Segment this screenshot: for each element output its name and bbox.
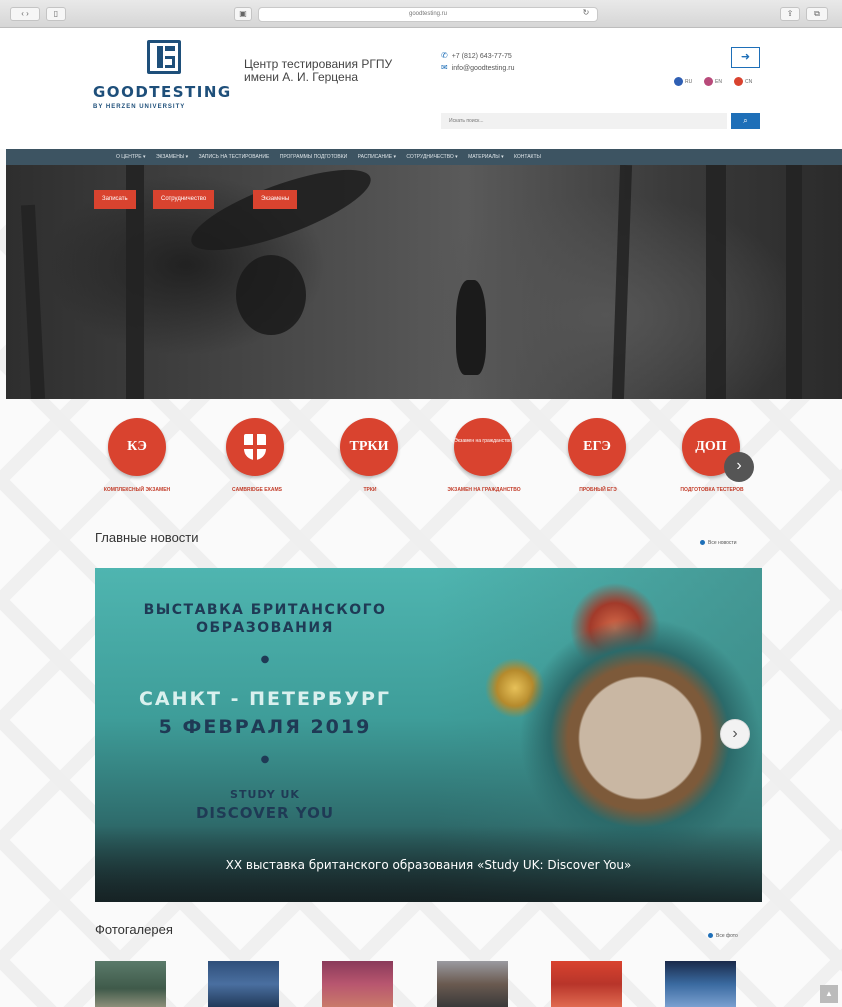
back-forward-buttons[interactable]: ‹ ›	[10, 7, 40, 21]
hero-banner: Записать Сотрудничество Экзамены	[6, 165, 842, 399]
bullet-icon	[700, 540, 705, 546]
main-nav: О ЦЕНТРЕ ▾ ЭКЗАМЕНЫ ▾ ЗАПИСЬ НА ТЕСТИРОВ…	[6, 149, 842, 165]
exam-label-ke[interactable]: КОМПЛЕКСНЫЙ ЭКЗАМЕН	[92, 486, 182, 494]
news-section-title: Главные новости	[95, 530, 199, 545]
hero-tree	[786, 165, 802, 399]
all-news-link[interactable]: Все новости	[700, 540, 737, 546]
carousel-next-button[interactable]: ›	[724, 452, 754, 482]
site-header: GOODTESTING BY HERZEN UNIVERSITY Центр т…	[0, 28, 842, 149]
lang-cn-label: CN	[745, 78, 753, 85]
nav-item-programs[interactable]: ПРОГРАММЫ ПОДГОТОВКИ	[280, 154, 348, 160]
slide-line2: ОБРАЗОВАНИЯ	[196, 620, 334, 636]
scroll-to-top-button[interactable]: ▲	[820, 985, 838, 1003]
gallery-thumb[interactable]	[551, 961, 622, 1007]
mail-icon: ✉	[441, 63, 448, 72]
exam-circle-ege[interactable]: ЕГЭ	[568, 418, 626, 476]
lang-ru[interactable]: RU	[674, 77, 692, 86]
gallery-section-title: Фотогалерея	[95, 922, 173, 937]
exam-carousel: КЭ КОМПЛЕКСНЫЙ ЭКЗАМЕН CAMBRIDGE EXAMS Т…	[0, 400, 842, 528]
login-icon: ➜	[740, 51, 751, 63]
share-icon[interactable]: ⇪	[780, 7, 800, 21]
slide-line1: ВЫСТАВКА БРИТАНСКОГО	[143, 602, 387, 618]
slide-date: 5 ФЕВРАЛЯ 2019	[158, 716, 372, 738]
nav-item-registration[interactable]: ЗАПИСЬ НА ТЕСТИРОВАНИЕ	[199, 154, 270, 160]
nav-item-about[interactable]: О ЦЕНТРЕ ▾	[116, 154, 146, 160]
search-icon: ⌕	[743, 116, 748, 125]
cambridge-shield-icon	[244, 434, 266, 460]
exam-circle-citizenship[interactable]: Экзамен на гражданство	[454, 418, 512, 476]
exam-circle-trki[interactable]: ТРКИ	[340, 418, 398, 476]
hero-tree	[706, 165, 726, 399]
flag-en-icon	[704, 77, 713, 86]
slide-caption[interactable]: XX выставка британского образования «Stu…	[95, 858, 762, 872]
exam-circle-cambridge[interactable]	[226, 418, 284, 476]
logo-subtitle: BY HERZEN UNIVERSITY	[93, 104, 186, 110]
exam-label-citizenship[interactable]: ЭКЗАМЕН НА ГРАЖДАНСТВО	[439, 486, 529, 494]
all-news-label: Все новости	[708, 540, 737, 546]
all-photos-label: Все фото	[716, 933, 738, 939]
lang-en-label: EN	[715, 78, 722, 85]
gallery-thumb[interactable]	[665, 961, 736, 1007]
login-button[interactable]: ➜	[731, 47, 760, 68]
gallery-thumb[interactable]	[95, 961, 166, 1007]
phone-icon: ✆	[441, 51, 448, 60]
slide-bullet-1: ●	[260, 654, 270, 665]
nav-item-materials[interactable]: МАТЕРИАЛЫ ▾	[468, 154, 503, 160]
exam-label-trki[interactable]: ТРКИ	[325, 486, 415, 494]
nav-item-contacts[interactable]: КОНТАКТЫ	[514, 154, 541, 160]
chevron-right-icon: ›	[736, 457, 742, 474]
gallery-thumb[interactable]	[322, 961, 393, 1007]
flag-cn-icon	[734, 77, 743, 86]
tabs-icon[interactable]: ⧉	[806, 7, 828, 21]
lang-ru-label: RU	[685, 78, 693, 85]
logo-name[interactable]: GOODTESTING	[93, 83, 232, 101]
gallery-thumb[interactable]	[208, 961, 279, 1007]
hero-button-exams[interactable]: Экзамены	[253, 190, 298, 209]
exam-label-cambridge[interactable]: CAMBRIDGE EXAMS	[212, 486, 302, 494]
bear-figure	[236, 255, 306, 335]
chevron-right-icon: ›	[732, 725, 738, 742]
shield-icon[interactable]: ▣	[234, 7, 252, 21]
all-photos-link[interactable]: Все фото	[708, 933, 738, 939]
bullet-icon	[708, 933, 713, 939]
bear-figure	[456, 280, 486, 375]
reload-icon[interactable]: ↻	[580, 7, 592, 21]
email-contact[interactable]: ✉ info@goodtesting.ru	[441, 63, 514, 72]
slide-study: STUDY UK	[230, 788, 300, 801]
flag-ru-icon	[674, 77, 683, 86]
browser-toolbar: ‹ › ▯ ▣ goodtesting.ru ↻ ⇪ ⧉	[0, 0, 842, 28]
address-bar[interactable]: goodtesting.ru	[258, 7, 598, 22]
chevron-up-icon: ▲	[825, 989, 833, 998]
exam-label-dop[interactable]: ПОДГОТОВКА ТЕСТЕРОВ	[667, 486, 757, 494]
hero-tree	[20, 204, 46, 399]
nav-item-schedule[interactable]: РАСПИСАНИЕ ▾	[358, 154, 396, 160]
email-address[interactable]: info@goodtesting.ru	[452, 65, 515, 72]
gallery-thumb[interactable]	[437, 961, 508, 1007]
slide-city: САНКТ - ПЕТЕРБУРГ	[138, 688, 392, 710]
logo-icon[interactable]	[147, 40, 181, 74]
search-button[interactable]: ⌕	[731, 113, 760, 129]
hero-button-cooperation[interactable]: Сотрудничество	[153, 190, 215, 209]
hero-button-register[interactable]: Записать	[94, 190, 136, 209]
center-title: Центр тестирования РГПУ имени А. И. Герц…	[244, 57, 393, 84]
news-slide[interactable]: ВЫСТАВКА БРИТАНСКОГО ОБРАЗОВАНИЯ ● САНКТ…	[95, 568, 762, 902]
hero-fallen-tree	[183, 165, 379, 266]
phone-contact[interactable]: ✆ +7 (812) 643-77-75	[441, 51, 512, 60]
hero-tree	[611, 165, 633, 399]
search-input[interactable]	[441, 113, 727, 129]
lang-cn[interactable]: CN	[734, 77, 752, 86]
phone-number[interactable]: +7 (812) 643-77-75	[452, 53, 512, 60]
slide-next-button[interactable]: ›	[720, 719, 750, 749]
exam-label-ege[interactable]: ПРОБНЫЙ ЕГЭ	[553, 486, 643, 494]
slide-discover: DISCOVER YOU	[195, 804, 335, 822]
sidebar-toggle-icon[interactable]: ▯	[46, 7, 66, 21]
nav-item-cooperation[interactable]: СОТРУДНИЧЕСТВО ▾	[406, 154, 457, 160]
slide-bullet-2: ●	[260, 754, 270, 765]
exam-circle-ke[interactable]: КЭ	[108, 418, 166, 476]
lang-en[interactable]: EN	[704, 77, 722, 86]
nav-item-exams[interactable]: ЭКЗАМЕНЫ ▾	[156, 154, 188, 160]
